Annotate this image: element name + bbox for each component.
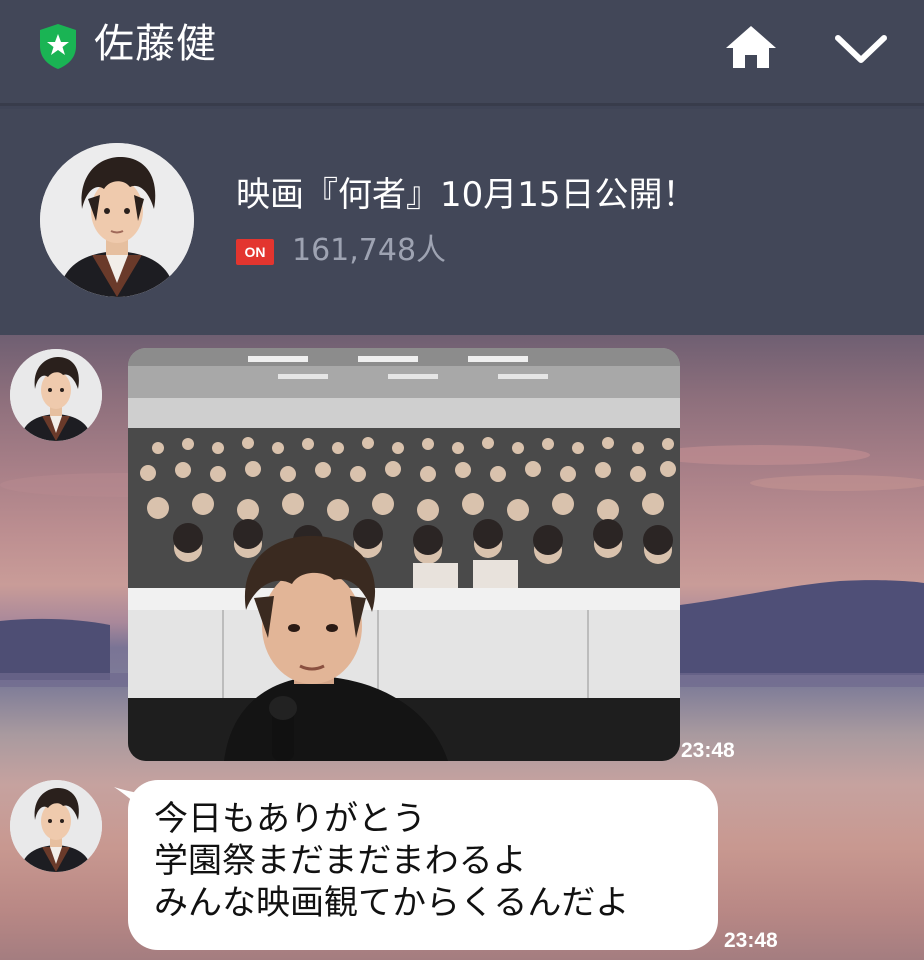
message-time: 23:48 xyxy=(724,929,778,952)
star-shield-icon xyxy=(40,24,76,69)
image-message[interactable] xyxy=(128,348,680,761)
account-title: 佐藤健 xyxy=(94,21,217,67)
top-bar: 佐藤健 xyxy=(0,0,924,106)
home-icon[interactable] xyxy=(724,24,778,70)
sender-avatar[interactable] xyxy=(10,780,102,872)
status-message: 映画『何者』10月15日公開！ xyxy=(236,175,697,215)
sender-avatar[interactable] xyxy=(10,349,102,441)
chevron-down-icon[interactable] xyxy=(832,28,890,68)
text-message-bubble[interactable]: 今日もありがとう 学園祭まだまだまわるよ みんな映画観てからくるんだよ xyxy=(128,780,718,950)
profile-photo xyxy=(40,143,194,297)
follower-count: 161,748人 xyxy=(292,233,447,268)
profile-photo xyxy=(10,349,102,441)
photo-selfie-lecture-hall xyxy=(128,348,680,761)
profile-photo xyxy=(10,780,102,872)
chat-area[interactable]: 23:48 今日もありがとう 学園祭まだまだまわるよ みんな映画観てからくるんだ… xyxy=(0,335,924,960)
account-header: 映画『何者』10月15日公開！ ON 161,748人 xyxy=(0,109,924,335)
online-badge: ON xyxy=(236,239,274,265)
message-line: 学園祭まだまだまわるよ xyxy=(154,841,527,881)
message-line: みんな映画観てからくるんだよ xyxy=(154,883,630,923)
message-time: 23:48 xyxy=(681,739,735,762)
message-line: 今日もありがとう xyxy=(154,799,426,839)
avatar[interactable] xyxy=(40,143,194,297)
